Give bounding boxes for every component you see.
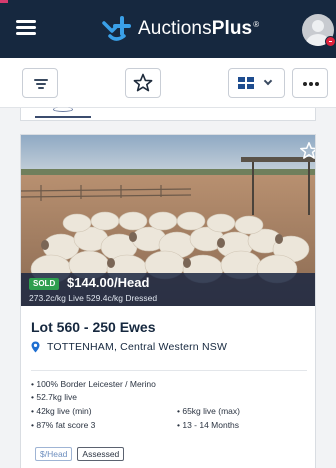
listing-card[interactable]: SOLD $144.00/Head 273.2c/kg Live 529.4c/… <box>20 134 316 468</box>
map-pin-icon <box>31 341 40 353</box>
tag-price-type: $/Head <box>35 447 73 461</box>
price-band: SOLD $144.00/Head 273.2c/kg Live 529.4c/… <box>21 273 315 306</box>
listing-toolbar <box>0 58 336 108</box>
spec-avg-weight: • 52.7kg live <box>31 392 77 402</box>
spec-max-weight: • 65kg live (max) <box>177 406 240 416</box>
price-per-kg: 273.2c/kg Live 529.4c/kg Dressed <box>29 293 158 303</box>
spec-age: • 13 - 14 Months <box>177 420 240 430</box>
star-outline-icon[interactable] <box>299 141 315 161</box>
nav-accent-bar <box>0 0 8 3</box>
filter-button[interactable] <box>22 68 58 98</box>
spec-min-weight: • 42kg live (min) <box>31 406 92 416</box>
top-navbar: AuctionsPlus® <box>0 0 336 58</box>
divider <box>31 370 307 371</box>
sold-badge: SOLD <box>29 278 60 290</box>
listing-location: TOTTENHAM, Central Western NSW <box>31 340 227 354</box>
hamburger-icon[interactable] <box>14 16 38 38</box>
listing-tags: $/Head Assessed <box>35 447 129 461</box>
auctionsplus-logo-icon <box>102 16 131 41</box>
location-text: TOTTENHAM, Central Western NSW <box>47 341 228 353</box>
price-per-head: $144.00/Head <box>67 275 150 290</box>
lot-title[interactable]: Lot 560 - 250 Ewes <box>31 319 156 335</box>
chevron-down-icon <box>263 76 273 86</box>
tag-assessed: Assessed <box>77 447 125 461</box>
brand-name: AuctionsPlus® <box>138 18 260 39</box>
listing-photo[interactable]: SOLD $144.00/Head 273.2c/kg Live 529.4c/… <box>21 135 315 306</box>
vendor-logo <box>35 107 91 118</box>
spec-fat-score: • 87% fat score 3 <box>31 420 96 430</box>
view-toggle-button[interactable] <box>228 68 285 98</box>
favourites-button[interactable] <box>125 68 161 98</box>
notification-badge-icon <box>325 36 336 47</box>
spec-breed: • 100% Border Leicester / Merino <box>31 379 156 389</box>
grid-view-icon <box>238 77 254 89</box>
previous-listing-card[interactable] <box>20 107 316 121</box>
star-outline-icon <box>133 73 153 92</box>
more-options-button[interactable] <box>292 68 328 98</box>
brand-logo[interactable]: AuctionsPlus® <box>100 14 259 44</box>
